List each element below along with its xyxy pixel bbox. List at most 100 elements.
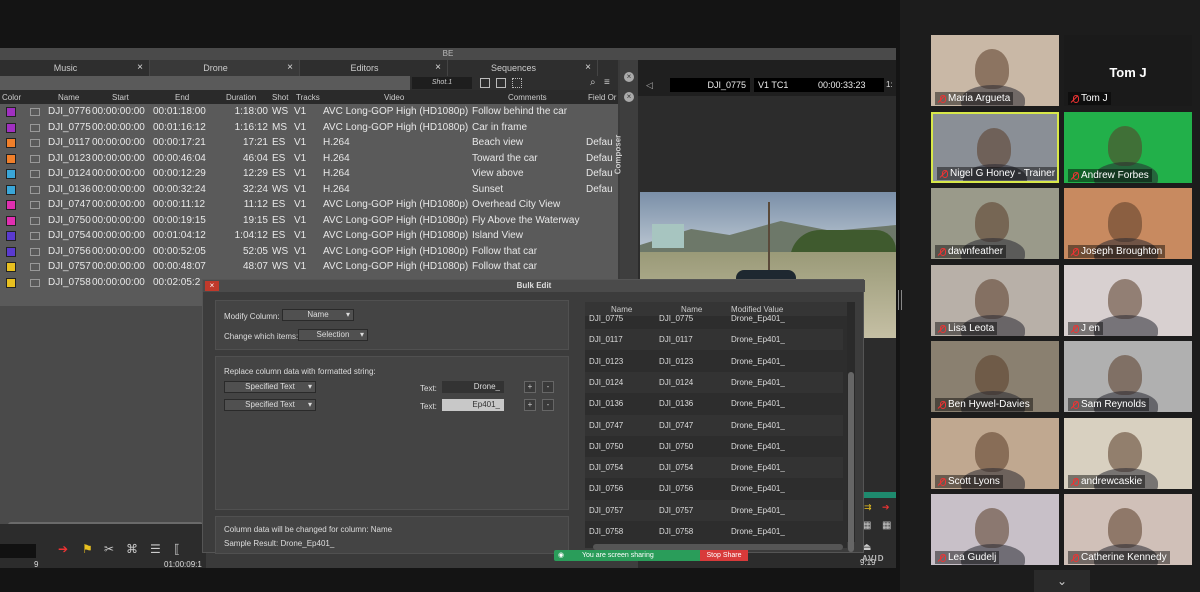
column-header[interactable]: Color (2, 93, 21, 102)
change-items-select[interactable]: Selection (298, 329, 368, 341)
participant-tile[interactable]: Maria Argueta (931, 35, 1059, 106)
bin-toolbar: Shot.1 ⌕ ≡ (410, 76, 618, 90)
table-row[interactable]: DJI_0756 00:00:00:00 00:00:52:05 52:05 WS V1 A… (0, 244, 618, 260)
script-view-icon[interactable] (496, 78, 506, 88)
modify-column-select[interactable]: Name (282, 309, 354, 321)
table-row[interactable]: DJI_0136 00:00:00:00 00:00:32:24 32:24 WS V1 H… (0, 182, 618, 198)
list-item[interactable]: DJI_0757 DJI_0757 Drone_Ep401_ (585, 499, 843, 521)
remove-row-button[interactable]: - (542, 399, 554, 411)
preview-vertical-scrollbar[interactable] (847, 302, 855, 552)
column-header[interactable]: End (175, 93, 189, 102)
cell-video: AVC Long-GOP High (HD1080p) (323, 106, 469, 117)
participant-tile[interactable]: Nigel G Honey - Trainer (931, 111, 1059, 183)
table-row[interactable]: DJI_0775 00:00:00:00 00:01:16:12 1:16:12 MS V… (0, 120, 618, 136)
table-row[interactable]: DJI_0750 00:00:00:00 00:00:19:15 19:15 ES V1 A… (0, 213, 618, 229)
list-item[interactable]: DJI_0758 DJI_0758 Drone_Ep401_ (585, 521, 843, 542)
table-row[interactable]: DJI_0123 00:00:00:00 00:00:46:04 46:04 ES V1 H… (0, 151, 618, 167)
play-icon[interactable]: ➔ (58, 542, 68, 556)
list-icon[interactable]: ☰ (150, 542, 161, 556)
muted-mic-icon (938, 324, 946, 333)
table-row[interactable]: DJI_0754 00:00:00:00 00:01:04:12 1:04:12 ES V… (0, 228, 618, 244)
list-item[interactable]: DJI_0775 DJI_0775 Drone_Ep401_ (585, 308, 843, 329)
list-item[interactable]: DJI_0124 DJI_0124 Drone_Ep401_ (585, 371, 843, 393)
column-header[interactable]: Start (112, 93, 129, 102)
column-header[interactable]: Video (384, 93, 404, 102)
cell-video: H.264 (323, 137, 350, 148)
list-view-icon[interactable] (512, 78, 522, 88)
speaker-icon[interactable]: ◁ (646, 80, 653, 91)
close-icon[interactable]: × (585, 60, 591, 76)
table-row[interactable]: DJI_0747 00:00:00:00 00:00:11:12 11:12 ES V1 A… (0, 197, 618, 213)
chevron-down-icon[interactable]: ⌄ (1034, 570, 1090, 592)
panel-splitter[interactable] (898, 290, 902, 310)
list-item[interactable]: DJI_0747 DJI_0747 Drone_Ep401_ (585, 414, 843, 436)
frame-view-icon[interactable] (480, 78, 490, 88)
source-clip-name[interactable]: DJI_0775 (670, 78, 750, 92)
column-header[interactable]: Shot (272, 93, 288, 102)
table-row[interactable]: DJI_0776 00:00:00:00 00:01:18:00 1:18:00 WS V… (0, 104, 618, 120)
participant-video (977, 127, 1011, 168)
participant-tile[interactable]: Catherine Kennedy (1064, 494, 1192, 565)
close-icon[interactable]: × (624, 72, 634, 82)
trim-icon[interactable]: ⌘ (126, 542, 138, 556)
table-row[interactable]: DJI_0117 00:00:00:00 00:00:17:21 17:21 ES V1 H… (0, 135, 618, 151)
participant-tile[interactable]: Lea Gudelj (931, 494, 1059, 565)
close-icon[interactable]: × (435, 60, 441, 76)
menu-icon[interactable]: ≡ (604, 77, 610, 88)
list-item[interactable]: DJI_0136 DJI_0136 Drone_Ep401_ (585, 393, 843, 414)
cut-icon[interactable]: ✂ (104, 542, 114, 556)
list-item[interactable]: DJI_0754 DJI_0754 Drone_Ep401_ (585, 457, 843, 479)
tab-editors[interactable]: Editors × (300, 60, 448, 76)
participant-tile[interactable]: Ben Hywel-Davies (931, 341, 1059, 412)
close-icon[interactable]: × (287, 60, 293, 76)
close-icon[interactable]: × (624, 92, 634, 102)
list-item[interactable]: DJI_0117 DJI_0117 Drone_Ep401_ (585, 329, 843, 351)
participant-tile[interactable]: Joseph Broughton (1064, 188, 1192, 259)
tab-sequences[interactable]: Sequences × (448, 60, 598, 76)
participant-tile[interactable]: Andrew Forbes (1064, 111, 1192, 183)
column-header[interactable]: Tracks (296, 93, 320, 102)
tab-music[interactable]: Music × (0, 60, 150, 76)
participant-tile[interactable]: andrewcaskie (1064, 417, 1192, 489)
column-header[interactable]: Name (58, 93, 79, 102)
participant-tile[interactable]: J en (1064, 264, 1192, 336)
flag-icon[interactable]: ⚑ (82, 542, 93, 556)
column-header[interactable]: Field Or (588, 93, 616, 102)
format-type-select-2[interactable]: Specified Text (224, 399, 316, 411)
list-item[interactable]: DJI_0750 DJI_0750 Drone_Ep401_ (585, 436, 843, 457)
participant-tile[interactable]: Sam Reynolds (1064, 341, 1192, 412)
grid-icon[interactable]: ▦ (882, 520, 891, 531)
add-row-button[interactable]: + (524, 381, 536, 393)
table-row[interactable]: DJI_0757 00:00:00:00 00:00:48:07 48:07 WS V1 A… (0, 259, 618, 275)
segment-icon[interactable]: ⟦ (174, 542, 180, 556)
add-row-button[interactable]: + (524, 399, 536, 411)
search-icon[interactable]: ⌕ (590, 77, 596, 88)
column-header[interactable]: Duration (226, 93, 256, 102)
close-button[interactable]: × (205, 281, 219, 291)
tab-drone[interactable]: Drone × (150, 60, 300, 76)
mark-out-icon[interactable]: ➔ (882, 502, 890, 513)
mark-in-icon[interactable]: ⇉ (864, 502, 872, 513)
participant-tile[interactable]: dawnfeather (931, 188, 1059, 259)
participant-tile[interactable]: Scott Lyons (931, 417, 1059, 489)
table-row[interactable]: DJI_0124 00:00:00:00 00:00:12:29 12:29 ES V1 H… (0, 166, 618, 182)
remove-row-button[interactable]: - (542, 381, 554, 393)
clip-icon (30, 154, 40, 163)
track-timecode[interactable]: V1 TC1 00:00:33:23 (754, 78, 884, 92)
shot-selector[interactable]: Shot.1 (412, 77, 472, 89)
format-type-select-1[interactable]: Specified Text (224, 381, 316, 393)
participant-tile[interactable]: Tom J Tom J (1064, 35, 1192, 106)
text-input-2[interactable]: Ep401_ (442, 399, 504, 411)
list-item[interactable]: DJI_0123 DJI_0123 Drone_Ep401_ (585, 351, 843, 372)
participant-tile[interactable]: Lisa Leota (931, 264, 1059, 336)
preview-name: DJI_0750 (589, 441, 624, 451)
stop-share-button[interactable]: Stop Share (700, 550, 748, 561)
color-swatch (6, 215, 16, 226)
close-icon[interactable]: × (137, 60, 143, 76)
preview-modified: Drone_Ep401_ (731, 527, 785, 536)
list-item[interactable]: DJI_0756 DJI_0756 Drone_Ep401_ (585, 478, 843, 499)
text-input-1[interactable]: Drone_ (442, 381, 504, 393)
column-header[interactable]: Comments (508, 93, 547, 102)
preview-name-2: DJI_0757 (659, 505, 694, 515)
preview-name: DJI_0757 (589, 505, 624, 515)
